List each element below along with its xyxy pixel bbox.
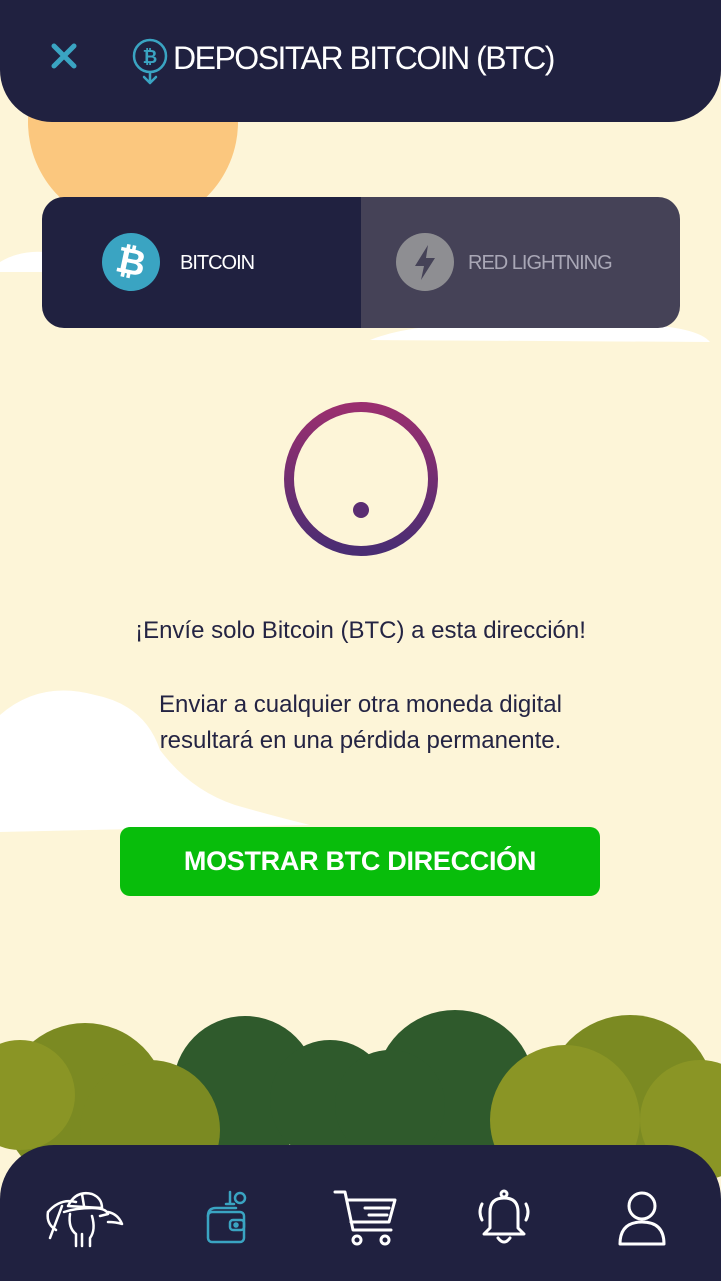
nav-item-mining[interactable]: [46, 1185, 126, 1251]
warning-detail-line2: resultará en una pérdida permanente.: [159, 727, 562, 754]
tab-lightning[interactable]: RED LIGHTNING: [361, 197, 680, 328]
warning-detail-line1: Enviar a cualquier otra moneda digital: [159, 691, 562, 718]
svg-text:₿: ₿: [112, 239, 149, 285]
close-button[interactable]: [40, 34, 88, 78]
lightning-icon: [396, 233, 454, 291]
miner-icon: [46, 1192, 124, 1248]
cart-icon: [333, 1190, 397, 1246]
warning-headline: ¡Envíe solo Bitcoin (BTC) a esta direcci…: [135, 617, 586, 644]
bush-shape: [335, 1050, 445, 1160]
tab-bitcoin-label: BITCOIN: [180, 252, 255, 274]
cloud-shape: [0, 251, 45, 272]
svg-text:₿: ₿: [143, 47, 158, 68]
bitcoin-icon: ₿: [102, 233, 160, 291]
show-address-button[interactable]: MOSTRAR BTC DIRECCIÓN: [120, 827, 600, 896]
nav-item-shop[interactable]: [325, 1185, 405, 1251]
wallet-icon: [206, 1190, 247, 1244]
tab-bitcoin[interactable]: ₿ BITCOIN: [42, 197, 361, 328]
user-icon: [618, 1191, 666, 1246]
exclamation-icon: [284, 402, 438, 556]
nav-item-wallet[interactable]: [186, 1185, 266, 1251]
nav-item-profile[interactable]: [602, 1185, 682, 1251]
warning-detail: Enviar a cualquier otra moneda digital r…: [0, 687, 721, 759]
network-tab-group: ₿ BITCOIN RED LIGHTNING: [42, 197, 680, 328]
close-icon: [51, 43, 77, 69]
bottom-nav: [0, 1145, 721, 1281]
tab-lightning-label: RED LIGHTNING: [468, 252, 613, 274]
page-title: DEPOSITAR BITCOIN (BTC): [173, 40, 555, 76]
nav-item-notifications[interactable]: [464, 1185, 544, 1251]
bitcoin-deposit-icon: ₿: [132, 38, 168, 85]
bell-icon: [478, 1189, 530, 1244]
header-bar: ₿ DEPOSITAR BITCOIN (BTC): [0, 0, 721, 122]
